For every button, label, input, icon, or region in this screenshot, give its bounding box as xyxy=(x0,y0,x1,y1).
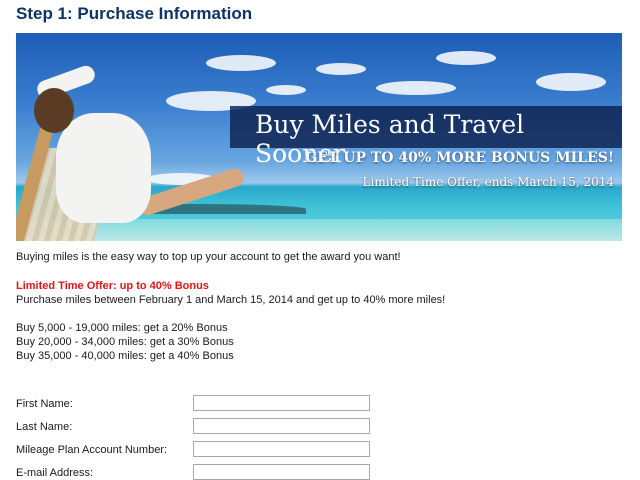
promo-banner: Buy Miles and Travel Sooner GET UP TO 40… xyxy=(16,33,622,241)
banner-note: Limited Time Offer, ends March 15, 2014 xyxy=(362,175,614,189)
last-name-input[interactable] xyxy=(193,418,370,434)
offer-text: Purchase miles between February 1 and Ma… xyxy=(16,294,446,306)
email-input[interactable] xyxy=(193,464,370,480)
first-name-input[interactable] xyxy=(193,395,370,411)
offer-heading: Limited Time Offer: up to 40% Bonus xyxy=(16,280,209,292)
page-title: Step 1: Purchase Information xyxy=(16,4,253,23)
mileage-plan-number-input[interactable] xyxy=(193,441,370,457)
email-label: E-mail Address: xyxy=(16,467,94,479)
mileage-plan-number-label: Mileage Plan Account Number: xyxy=(16,444,168,456)
intro-text: Buying miles is the easy way to top up y… xyxy=(16,251,401,263)
last-name-label: Last Name: xyxy=(16,421,73,433)
woman-image xyxy=(56,113,151,223)
banner-subheadline: GET UP TO 40% MORE BONUS MILES! xyxy=(305,150,614,166)
bonus-tier: Buy 20,000 - 34,000 miles: get a 30% Bon… xyxy=(16,336,234,348)
bonus-tier: Buy 35,000 - 40,000 miles: get a 40% Bon… xyxy=(16,350,234,362)
bonus-tier: Buy 5,000 - 19,000 miles: get a 20% Bonu… xyxy=(16,322,228,334)
first-name-label: First Name: xyxy=(16,398,73,410)
